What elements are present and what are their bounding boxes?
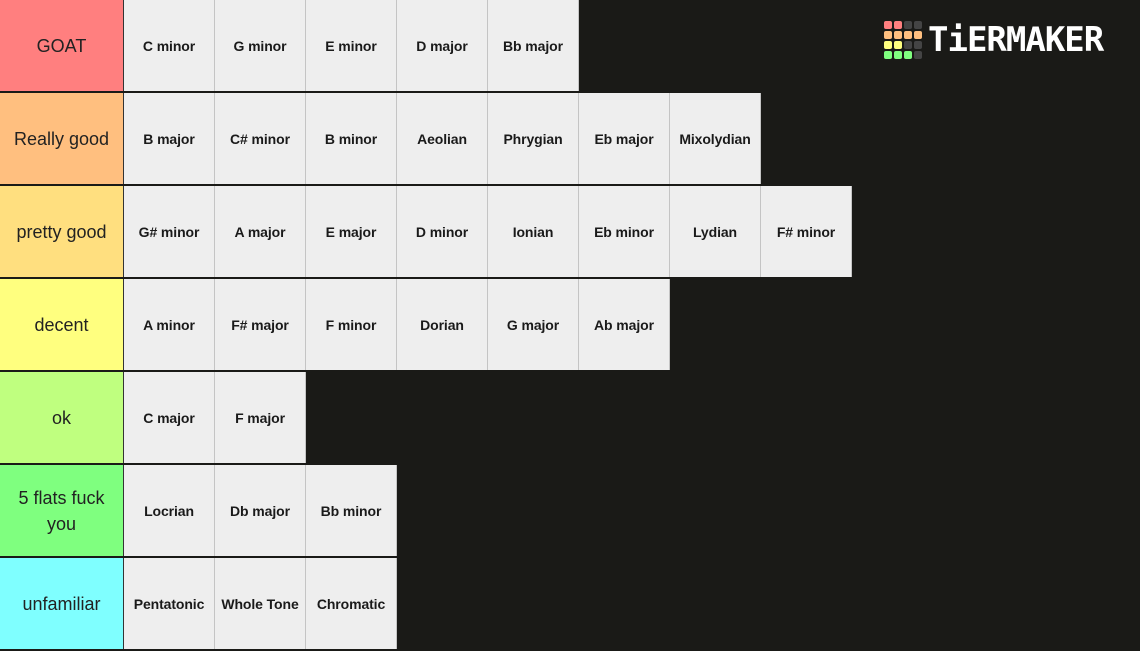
tier-item[interactable]: F major bbox=[215, 372, 306, 463]
tier-items: C major F major bbox=[124, 372, 306, 463]
tier-row: pretty good G# minor A major E major D minor… bbox=[0, 186, 852, 277]
tier-item[interactable]: Phrygian bbox=[488, 93, 579, 184]
logo-grid-square bbox=[904, 41, 912, 49]
logo-grid-square bbox=[914, 21, 922, 29]
tier-item[interactable]: C minor bbox=[124, 0, 215, 91]
tier-items: Pentatonic Whole Tone Chromatic bbox=[124, 558, 397, 649]
tier-row: decent A minor F# major F minor Dorian G majo… bbox=[0, 279, 670, 370]
tier-item[interactable]: Eb major bbox=[579, 93, 670, 184]
tier-item[interactable]: A minor bbox=[124, 279, 215, 370]
tier-item[interactable]: Mixolydian bbox=[670, 93, 761, 184]
logo-grid-square bbox=[894, 31, 902, 39]
tier-row: Really good B major C# minor B minor Aeolian… bbox=[0, 93, 761, 184]
tier-item[interactable]: Bb minor bbox=[306, 465, 397, 556]
tier-row: 5 flats fuck you Locrian Db major Bb minor bbox=[0, 465, 397, 556]
tier-row: unfamiliar Pentatonic Whole Tone Chromatic bbox=[0, 558, 397, 649]
tier-item[interactable]: F# minor bbox=[761, 186, 852, 277]
tier-item[interactable]: Ionian bbox=[488, 186, 579, 277]
tier-items: Locrian Db major Bb minor bbox=[124, 465, 397, 556]
tier-item[interactable]: Aeolian bbox=[397, 93, 488, 184]
logo-grid-square bbox=[884, 21, 892, 29]
tier-item[interactable]: Dorian bbox=[397, 279, 488, 370]
logo-grid-square bbox=[914, 41, 922, 49]
tier-label[interactable]: decent bbox=[0, 279, 124, 370]
logo-grid-icon bbox=[884, 21, 922, 59]
tier-item[interactable]: B major bbox=[124, 93, 215, 184]
tier-item[interactable]: B minor bbox=[306, 93, 397, 184]
tier-item[interactable]: Eb minor bbox=[579, 186, 670, 277]
logo-grid-square bbox=[884, 31, 892, 39]
tier-label[interactable]: Really good bbox=[0, 93, 124, 184]
logo-text: TiERMAKER bbox=[928, 20, 1104, 60]
tier-item[interactable]: F# major bbox=[215, 279, 306, 370]
tiermaker-logo: TiERMAKER bbox=[884, 20, 1104, 60]
tier-board: TiERMAKER GOAT C minor G minor E minor D maj… bbox=[0, 0, 1140, 651]
logo-grid-square bbox=[904, 51, 912, 59]
tier-item[interactable]: Pentatonic bbox=[124, 558, 215, 649]
logo-grid-square bbox=[904, 21, 912, 29]
tier-row: GOAT C minor G minor E minor D major Bb major bbox=[0, 0, 579, 91]
tier-item[interactable]: Ab major bbox=[579, 279, 670, 370]
tier-label[interactable]: unfamiliar bbox=[0, 558, 124, 649]
tier-item[interactable]: Db major bbox=[215, 465, 306, 556]
tier-item[interactable]: D minor bbox=[397, 186, 488, 277]
tier-item[interactable]: Bb major bbox=[488, 0, 579, 91]
tier-item[interactable]: Locrian bbox=[124, 465, 215, 556]
tier-item[interactable]: Lydian bbox=[670, 186, 761, 277]
tier-item[interactable]: D major bbox=[397, 0, 488, 91]
tier-label[interactable]: pretty good bbox=[0, 186, 124, 277]
logo-grid-square bbox=[884, 41, 892, 49]
tier-label[interactable]: 5 flats fuck you bbox=[0, 465, 124, 556]
tier-item[interactable]: E major bbox=[306, 186, 397, 277]
tier-label[interactable]: GOAT bbox=[0, 0, 124, 91]
tier-item[interactable]: G# minor bbox=[124, 186, 215, 277]
tier-item[interactable]: Chromatic bbox=[306, 558, 397, 649]
tier-item[interactable]: G minor bbox=[215, 0, 306, 91]
tier-item[interactable]: F minor bbox=[306, 279, 397, 370]
tier-items: G# minor A major E major D minor Ionian Eb mi… bbox=[124, 186, 852, 277]
tier-label[interactable]: ok bbox=[0, 372, 124, 463]
tier-item[interactable]: Whole Tone bbox=[215, 558, 306, 649]
logo-grid-square bbox=[894, 41, 902, 49]
tier-row: ok C major F major bbox=[0, 372, 306, 463]
logo-grid-square bbox=[894, 21, 902, 29]
tier-item[interactable]: A major bbox=[215, 186, 306, 277]
tier-item[interactable]: C major bbox=[124, 372, 215, 463]
tier-item[interactable]: G major bbox=[488, 279, 579, 370]
tier-item[interactable]: E minor bbox=[306, 0, 397, 91]
tier-items: C minor G minor E minor D major Bb major bbox=[124, 0, 579, 91]
logo-grid-square bbox=[914, 31, 922, 39]
logo-grid-square bbox=[914, 51, 922, 59]
logo-grid-square bbox=[884, 51, 892, 59]
logo-grid-square bbox=[894, 51, 902, 59]
tier-item[interactable]: C# minor bbox=[215, 93, 306, 184]
tier-items: B major C# minor B minor Aeolian Phrygian Eb … bbox=[124, 93, 761, 184]
tier-items: A minor F# major F minor Dorian G major Ab ma… bbox=[124, 279, 670, 370]
logo-grid-square bbox=[904, 31, 912, 39]
